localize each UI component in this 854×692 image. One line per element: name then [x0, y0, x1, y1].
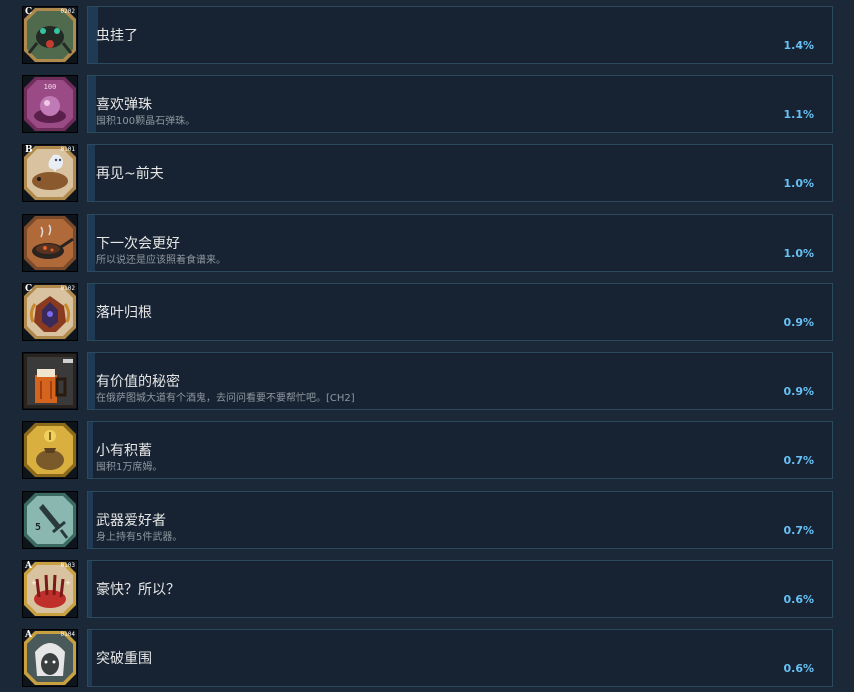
achievement-card: 武器爱好者 身上持有5件武器。 0.7%: [87, 491, 833, 549]
code-tag: 0101: [60, 146, 75, 153]
money-bag-icon: [22, 421, 78, 479]
unlock-percent: 0.6%: [783, 662, 814, 675]
unlock-percent: 0.6%: [783, 593, 814, 606]
achievement-name: 突破重围: [96, 651, 152, 667]
unlock-percent: 1.0%: [783, 177, 814, 190]
code-tag: 0103: [60, 562, 75, 569]
leaf-creature-icon: C 0102: [22, 283, 78, 341]
svg-text:+: +: [31, 579, 37, 587]
progress-fill: [88, 630, 93, 686]
achievement-name: 豪快？所以？: [96, 582, 180, 598]
beer-mug-icon: [22, 352, 78, 410]
achievement-name: 小有积蓄: [96, 443, 152, 459]
burnt-pan-icon: [22, 214, 78, 272]
unlock-percent: 0.7%: [783, 454, 814, 467]
achievement-desc: 身上持有5件武器。: [96, 532, 183, 543]
achievement-row[interactable]: 下一次会更好 所以说还是应该照着食谱来。 1.0%: [0, 214, 854, 274]
ghost-creature-icon: B 0101: [22, 144, 78, 202]
achievement-row[interactable]: 小有积蓄 囤积1万席姆。 0.7%: [0, 421, 854, 481]
svg-text:+: +: [65, 579, 71, 587]
unlock-percent: 0.9%: [783, 316, 814, 329]
achievement-page: { "achievements": [ {"name":"虫挂了","desc"…: [0, 0, 854, 692]
unlock-percent: 1.4%: [783, 39, 814, 52]
progress-fill: [88, 76, 97, 132]
achievement-desc: 囤积1万席姆。: [96, 462, 163, 473]
achievement-card: 再见~前夫 1.0%: [87, 144, 833, 202]
weapon-count-label: 5: [35, 522, 41, 533]
achievement-name: 有价值的秘密: [96, 374, 180, 390]
achievement-card: 喜欢弹珠 囤积100颗晶石弹珠。 1.1%: [87, 75, 833, 133]
progress-fill: [88, 353, 95, 409]
progress-fill: [88, 492, 94, 548]
achievement-desc: 所以说还是应该照着食谱来。: [96, 255, 226, 266]
achievement-card: 落叶归根 0.9%: [87, 283, 833, 341]
grade-tag: B: [25, 145, 33, 155]
achievement-row[interactable]: B 0101 再见~前夫 1.0%: [0, 144, 854, 204]
progress-fill: [88, 561, 93, 617]
achievement-name: 落叶归根: [96, 305, 152, 321]
achievement-card: 有价值的秘密 在俄萨图城大道有个酒鬼，去问问看要不要帮忙吧。[CH2] 0.9%: [87, 352, 833, 410]
unlock-percent: 0.7%: [783, 524, 814, 537]
achievement-desc: 在俄萨图城大道有个酒鬼，去问问看要不要帮忙吧。[CH2]: [96, 393, 355, 404]
achievement-card: 豪快？所以？ 0.6%: [87, 560, 833, 618]
achievement-row[interactable]: C 0102 落叶归根 0.9%: [0, 283, 854, 343]
achievement-row[interactable]: C 0202 虫挂了 1.4%: [0, 6, 854, 66]
achievement-name: 虫挂了: [96, 28, 138, 44]
achievement-row[interactable]: 有价值的秘密 在俄萨图城大道有个酒鬼，去问问看要不要帮忙吧。[CH2] 0.9%: [0, 352, 854, 412]
achievement-card: 下一次会更好 所以说还是应该照着食谱来。 1.0%: [87, 214, 833, 272]
achievement-row[interactable]: + + A 0103 豪快？所以？ 0.6%: [0, 560, 854, 620]
achievement-card: 突破重围 0.6%: [87, 629, 833, 687]
achievement-name: 喜欢弹珠: [96, 97, 152, 113]
unlock-percent: 1.1%: [783, 108, 814, 121]
code-tag: 0104: [60, 631, 75, 638]
sword-icon: 5: [22, 491, 78, 549]
achievement-row[interactable]: A 0104 突破重围 0.6%: [0, 629, 854, 689]
achievement-card: 虫挂了 1.4%: [87, 6, 833, 64]
marbles-icon: 100: [22, 75, 78, 133]
achievement-row[interactable]: 100 喜欢弹珠 囤积100颗晶石弹珠。 1.1%: [0, 75, 854, 135]
grade-tag: C: [25, 284, 33, 294]
unlock-percent: 1.0%: [783, 247, 814, 260]
progress-fill: [88, 215, 96, 271]
grade-tag: C: [25, 7, 33, 17]
achievement-name: 下一次会更好: [96, 236, 180, 252]
code-tag: 0102: [60, 285, 75, 292]
unlock-percent: 0.9%: [783, 385, 814, 398]
bug-mech-icon: C 0202: [22, 6, 78, 64]
achievement-name: 再见~前夫: [96, 166, 164, 182]
grade-tag: A: [25, 561, 32, 571]
achievement-desc: 囤积100颗晶石弹珠。: [96, 116, 196, 127]
white-hair-icon: A 0104: [22, 629, 78, 687]
achievement-name: 武器爱好者: [96, 513, 166, 529]
progress-fill: [88, 422, 94, 478]
grade-tag: A: [25, 630, 32, 640]
achievement-card: 小有积蓄 囤积1万席姆。 0.7%: [87, 421, 833, 479]
code-tag: 0202: [60, 8, 75, 15]
marble-count-label: 100: [44, 83, 57, 91]
achievement-row[interactable]: 5 武器爱好者 身上持有5件武器。 0.7%: [0, 491, 854, 551]
progress-fill: [88, 145, 96, 201]
red-claw-icon: + + A 0103: [22, 560, 78, 618]
progress-fill: [88, 284, 95, 340]
